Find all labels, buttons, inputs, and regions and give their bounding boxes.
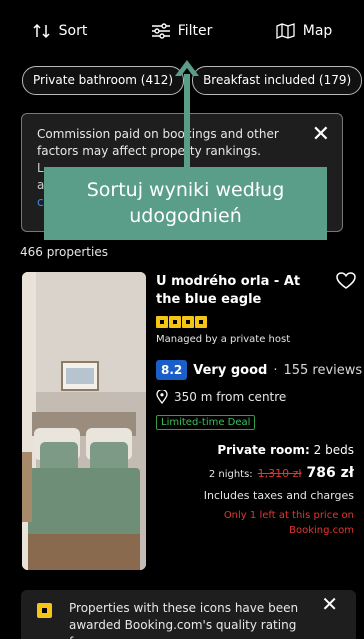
results-count: 466 properties	[20, 245, 108, 259]
availability-line-1: Only 1 left at this price on	[223, 510, 354, 521]
annotation-tooltip: Sortuj wyniki według udogodnień	[44, 167, 327, 240]
sort-label: Sort	[58, 23, 88, 39]
current-price: 786 zł	[306, 465, 354, 481]
star-icon	[182, 316, 194, 328]
star-icon	[169, 316, 181, 328]
close-icon[interactable]: ✕	[321, 594, 338, 614]
tooltip-line-2: udogodnień	[129, 205, 242, 227]
map-button[interactable]: Map	[276, 23, 333, 39]
property-image[interactable]	[22, 272, 146, 570]
notice-line-2: factors may affect property rankings.	[37, 144, 261, 158]
distance-label: 350 m from centre	[174, 390, 287, 404]
nights-label: 2 nights:	[208, 469, 253, 480]
sort-icon	[33, 23, 50, 39]
map-icon	[276, 23, 295, 39]
room-beds: 2 beds	[313, 443, 354, 457]
star-rating	[156, 316, 207, 328]
bedroom-photo	[22, 272, 146, 570]
deal-badge: Limited-time Deal	[156, 415, 256, 430]
star-icon	[195, 316, 207, 328]
filter-button[interactable]: Filter	[151, 23, 213, 39]
property-title[interactable]: U modrého orla - At the blue eagle	[156, 273, 328, 309]
annotation-arrow	[172, 58, 202, 168]
distance-row: 350 m from centre	[156, 390, 286, 404]
location-pin-icon	[156, 390, 168, 404]
rating-word: Very good	[193, 362, 268, 378]
map-label: Map	[302, 23, 333, 39]
availability-line-2: Booking.com	[289, 525, 354, 536]
room-type: Private room:	[217, 443, 310, 457]
review-count: 155 reviews	[283, 362, 363, 378]
review-score-badge: 8.2	[156, 360, 188, 380]
chip-private-bathroom[interactable]: Private bathroom (412)	[22, 66, 185, 95]
rating-separator: ·	[273, 362, 278, 378]
host-label: Managed by a private host	[156, 334, 291, 345]
availability-note: Only 1 left at this price on Booking.com	[224, 508, 354, 538]
original-price: 1,310 zł	[257, 467, 302, 480]
notice-line-1: Commission paid on bookings and other	[37, 127, 279, 141]
room-info: Private room: 2 beds	[217, 443, 354, 457]
quality-badge-icon	[37, 603, 52, 618]
quality-notice: Properties with these icons have been aw…	[21, 590, 356, 639]
arrow-up-icon	[175, 60, 199, 168]
sort-button[interactable]: Sort	[32, 23, 88, 39]
quality-line-2: awarded Booking.com's quality rating for	[69, 618, 297, 639]
taxes-note: Includes taxes and charges	[203, 489, 354, 502]
close-icon[interactable]: ✕	[312, 124, 330, 146]
top-bar: Sort Filter Map	[0, 0, 364, 62]
filter-icon	[151, 23, 170, 39]
heart-icon[interactable]	[336, 272, 356, 290]
chip-breakfast-included[interactable]: Breakfast included (179)	[192, 66, 363, 95]
price-row: 2 nights: 1,310 zł 786 zł	[209, 465, 354, 481]
star-icon	[156, 316, 168, 328]
review-summary: 8.2 Very good · 155 reviews	[156, 360, 362, 380]
tooltip-line-1: Sortuj wyniki według	[86, 179, 285, 201]
quality-line-1: Properties with these icons have been	[69, 601, 299, 615]
filter-label: Filter	[177, 23, 213, 39]
